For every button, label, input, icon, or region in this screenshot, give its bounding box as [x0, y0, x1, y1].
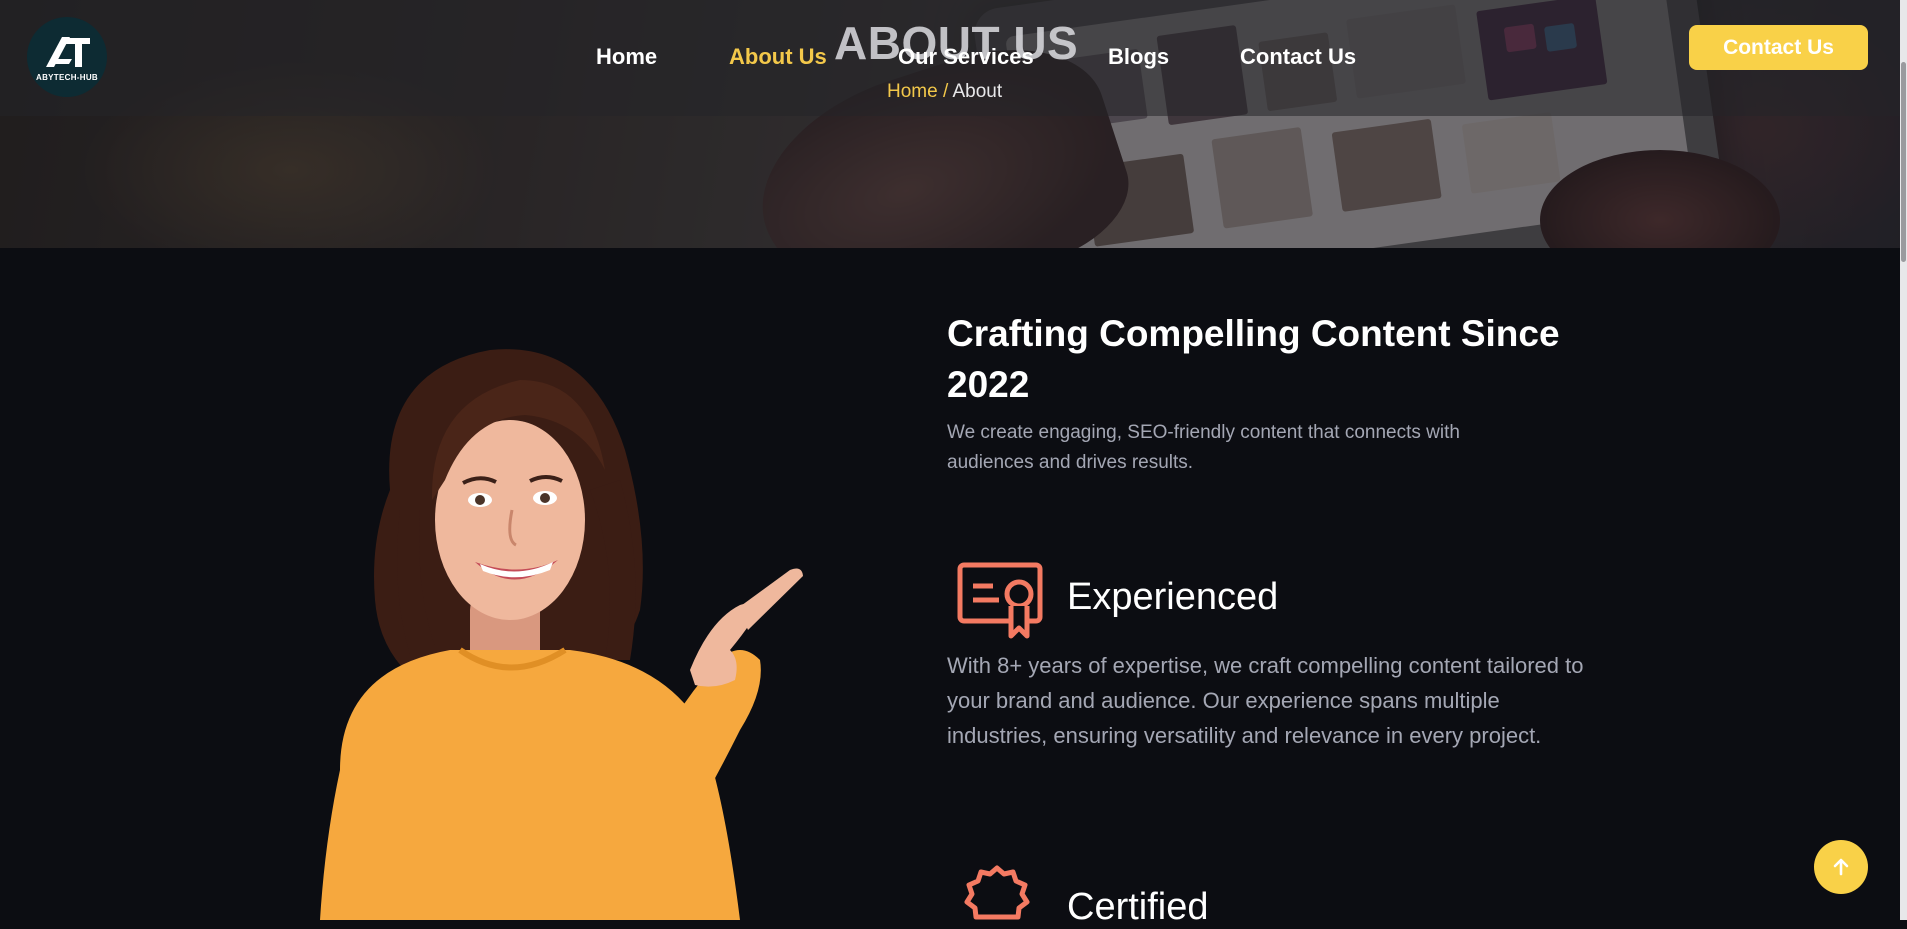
feature-title-experienced: Experienced [1067, 576, 1279, 618]
about-subtext: We create engaging, SEO-friendly content… [947, 422, 1460, 473]
nav-item-our-services[interactable]: Our Services [898, 44, 1034, 70]
badge-icon [964, 865, 1030, 920]
nav-item-contact-us[interactable]: Contact Us [1240, 44, 1356, 70]
contact-us-button[interactable]: Contact Us [1689, 25, 1868, 70]
breadcrumb-current: About [952, 81, 1003, 102]
about-heading: Crafting Compelling Content Since 2022 [947, 313, 1560, 405]
breadcrumb-separator: / [942, 81, 949, 102]
scroll-to-top-button[interactable] [1814, 840, 1868, 894]
nav-item-about-us[interactable]: About Us [729, 44, 827, 70]
breadcrumb-home-link[interactable]: Home [887, 81, 938, 102]
scrollbar-thumb[interactable] [1901, 62, 1906, 262]
hero-banner: ABYTECH-HUB ABOUT US Home About Us Our S… [0, 0, 1907, 248]
nav-item-blogs[interactable]: Blogs [1108, 44, 1169, 70]
woman-pointing-image [320, 349, 803, 920]
arrow-up-icon [1833, 858, 1849, 876]
breadcrumb: Home / About [887, 81, 1002, 103]
feature-description-experienced: With 8+ years of expertise, we craft com… [947, 653, 1584, 748]
logo-text: ABYTECH-HUB [36, 72, 98, 82]
feature-title-certified: Certified [1067, 886, 1209, 928]
nav-item-home[interactable]: Home [596, 44, 657, 70]
logo-icon [46, 36, 90, 67]
certificate-icon [957, 562, 1043, 639]
site-logo[interactable]: ABYTECH-HUB [27, 17, 107, 97]
